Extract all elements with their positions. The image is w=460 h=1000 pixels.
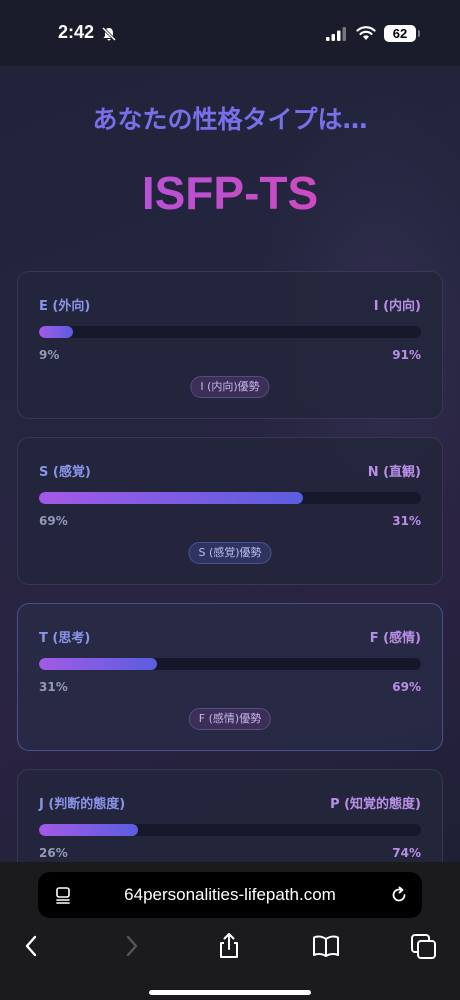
dimension-progress-fill [39,824,139,836]
dimension-right-label: I (内向) [373,299,421,314]
dominant-badge: I (内向)優勢 [190,376,270,398]
bell-off-icon [101,26,117,42]
url-text[interactable]: 64personalities-lifepath.com [38,872,422,918]
dimension-progress-fill [39,658,158,670]
back-arrow-icon[interactable] [18,932,46,960]
dimension-card-jp: J (判断的態度) P (知覚的態度) 26% 74% [17,769,443,862]
forward-arrow-icon[interactable] [117,932,145,960]
dimension-card-ei: E (外向) I (内向) 9% 91% I (内向)優勢 [17,271,443,419]
dimension-right-label: F (感情) [369,631,421,646]
tabs-icon[interactable] [410,932,438,960]
dimension-progress-fill [39,326,74,338]
dimension-left-percent: 9% [39,348,60,362]
dimension-progress-track [39,824,421,836]
dimension-card-tf: T (思考) F (感情) 31% 69% F (感情)優勢 [17,603,443,751]
dimension-progress-track [39,658,421,670]
dimension-right-percent: 74% [392,846,421,860]
dimension-right-percent: 91% [392,348,421,362]
dimension-right-label: P (知覚的態度) [330,797,421,812]
browser-toolbar: 64personalities-lifepath.com [0,862,460,1000]
dimension-left-label: E (外向) [39,299,91,314]
status-bar: 2:42 62 [0,0,460,66]
reload-icon[interactable] [389,885,409,905]
dominant-badge: F (感情)優勢 [188,708,272,730]
dimension-left-percent: 26% [39,846,68,860]
dimension-left-label: J (判断的態度) [39,797,126,812]
dimension-left-label: T (思考) [39,631,91,646]
wifi-icon [356,26,376,40]
dimension-right-percent: 31% [392,514,421,528]
dimension-progress-track [39,326,421,338]
cellular-signal-icon [326,27,346,41]
dimension-right-percent: 69% [392,680,421,694]
bookmarks-icon[interactable] [312,932,340,960]
dimension-card-sn: S (感覚) N (直観) 69% 31% S (感覚)優勢 [17,437,443,585]
dimension-right-label: N (直観) [367,465,421,480]
result-subtitle: あなたの性格タイプは… [92,105,368,134]
home-indicator[interactable] [149,990,311,995]
dimension-left-label: S (感覚) [39,465,91,480]
dominant-badge: S (感覚)優勢 [188,542,272,564]
dimension-progress-track [39,492,421,504]
page-content: あなたの性格タイプは… ISFP-TS E (外向) I (内向) 9% 91%… [0,66,460,862]
status-time: 2:42 [58,22,95,42]
battery-indicator: 62 [384,25,420,42]
dimension-left-percent: 69% [39,514,68,528]
address-bar[interactable]: 64personalities-lifepath.com [38,872,422,918]
personality-type-code: ISFP-TS [0,166,460,220]
share-icon[interactable] [215,932,243,960]
dimension-progress-fill [39,492,303,504]
dimension-left-percent: 31% [39,680,68,694]
